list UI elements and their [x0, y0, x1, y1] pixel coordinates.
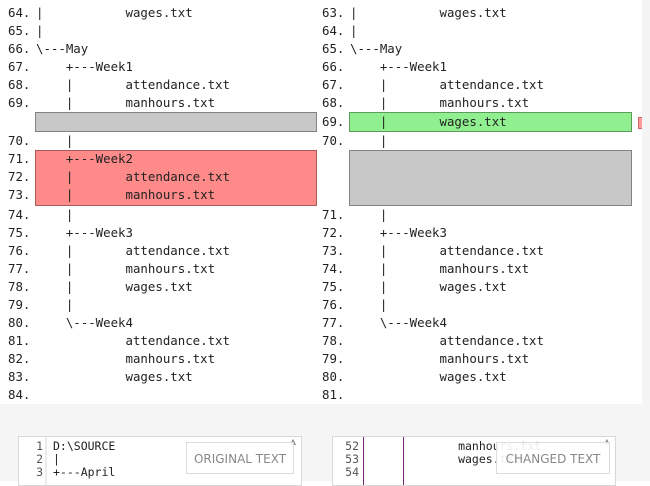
line-number: 65. [8, 23, 31, 38]
line-text: | wages.txt [350, 114, 507, 129]
line-number: 71. [322, 207, 345, 222]
line-text: | wages.txt [36, 5, 193, 20]
line-number: 79. [322, 351, 345, 366]
line-number: 83. [8, 369, 31, 384]
line-text: attendance.txt [350, 333, 544, 348]
line-number: 66. [322, 59, 345, 74]
line-text: +---Week2 [36, 151, 133, 166]
line-number: 80. [8, 315, 31, 330]
line-number: 67. [322, 77, 345, 92]
placeholder-block [349, 150, 632, 206]
line-text: | attendance.txt [350, 77, 544, 92]
line-number: 72. [8, 169, 31, 184]
line-number: 69. [8, 95, 31, 110]
line-number: 63. [322, 5, 345, 20]
line-number: 76. [8, 243, 31, 258]
line-text: manhours.txt [350, 351, 530, 366]
line-text: manhours.txt [36, 351, 216, 366]
line-text: | [36, 23, 44, 38]
line-number: 74. [8, 207, 31, 222]
line-text: \---Week4 [36, 315, 133, 330]
scrollbar[interactable] [642, 0, 650, 404]
line-text: attendance.txt [36, 333, 230, 348]
changed-text-label: CHANGED TEXT [496, 442, 610, 474]
line-number: 84. [8, 387, 31, 402]
line-number: 3 [36, 465, 43, 479]
line-number: 78. [322, 333, 345, 348]
line-text: | wages.txt [350, 5, 507, 20]
line-text: | manhours.txt [36, 261, 216, 276]
line-number: 73. [8, 187, 31, 202]
line-number: 75. [322, 279, 345, 294]
line-text: \---May [350, 41, 403, 56]
line-number: 77. [322, 315, 345, 330]
original-text-label: ORIGINAL TEXT [186, 442, 294, 474]
line-text: | [36, 297, 74, 312]
line-text: | [350, 133, 388, 148]
line-number: 69. [322, 114, 345, 129]
line-text: \---May [36, 41, 89, 56]
line-number: 81. [8, 333, 31, 348]
line-number: 68. [322, 95, 345, 110]
line-number: 67. [8, 59, 31, 74]
line-text: | attendance.txt [36, 77, 230, 92]
line-text: | attendance.txt [350, 243, 544, 258]
placeholder-block [35, 112, 317, 132]
line-text: | wages.txt [350, 279, 507, 294]
pane-divider [318, 0, 320, 404]
line-number: 82. [8, 351, 31, 366]
line-text: | [36, 207, 74, 222]
line-text: +---April [53, 465, 116, 479]
line-text: | manhours.txt [36, 187, 216, 202]
line-number: 79. [8, 297, 31, 312]
line-text: | [350, 297, 388, 312]
line-number: 64. [8, 5, 31, 20]
line-text: | attendance.txt [36, 243, 230, 258]
line-text: D:\SOURCE [53, 439, 116, 453]
preview-area: 1 D:\SOURCE 2 | 3 +---April 52 manhours.txt 53… [0, 404, 650, 486]
line-number: 74. [322, 261, 345, 276]
line-text: +---Week1 [350, 59, 447, 74]
line-text: | manhours.txt [36, 95, 216, 110]
line-text: +---Week3 [350, 225, 447, 240]
line-number: 80. [322, 369, 345, 384]
line-text: | attendance.txt [36, 169, 230, 184]
line-number: 77. [8, 261, 31, 276]
line-text: wages.txt [36, 369, 193, 384]
line-number: 76. [322, 297, 345, 312]
line-text: | wages.txt [36, 279, 193, 294]
line-text: | manhours.txt [350, 261, 530, 276]
line-number: 70. [322, 133, 345, 148]
line-gutter [363, 437, 364, 485]
line-text: | [350, 207, 388, 222]
line-number: 75. [8, 225, 31, 240]
line-number: 81. [322, 387, 345, 402]
changed-diff-pane[interactable]: 63. | wages.txt 64. | 65. \---May 66. +---Week… [322, 0, 632, 404]
line-number: 73. [322, 243, 345, 258]
line-text: | manhours.txt [350, 95, 530, 110]
line-number: 54 [345, 465, 359, 479]
line-number: 71. [8, 151, 31, 166]
line-gutter [45, 437, 47, 485]
line-number: 65. [322, 41, 345, 56]
line-number: 64. [322, 23, 345, 38]
line-number: 78. [8, 279, 31, 294]
line-text: wages.txt [350, 369, 507, 384]
line-number: 66. [8, 41, 31, 56]
line-number: 68. [8, 77, 31, 92]
line-text: | [350, 23, 358, 38]
line-text: +---Week1 [36, 59, 133, 74]
line-text: +---Week3 [36, 225, 133, 240]
line-number: 70. [8, 133, 31, 148]
line-number: 72. [322, 225, 345, 240]
line-text: | [36, 133, 74, 148]
line-text: \---Week4 [350, 315, 447, 330]
original-diff-pane[interactable]: 64. | wages.txt 65. | 66. \---May 67. +---Week… [8, 0, 317, 404]
